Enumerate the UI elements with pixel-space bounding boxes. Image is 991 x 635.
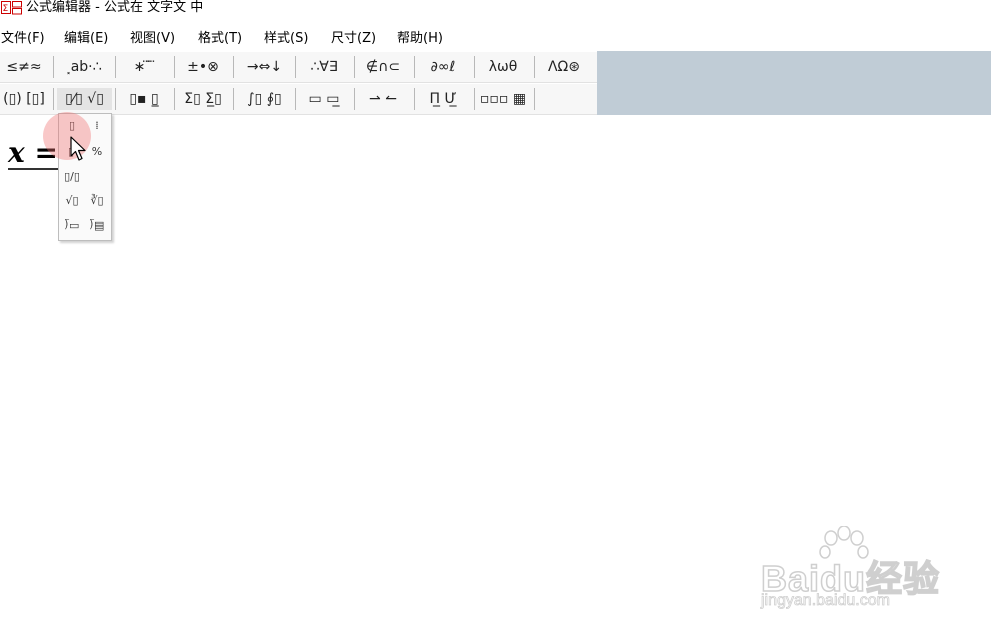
long-division-quotient-template[interactable]: ⟌▤ bbox=[86, 216, 108, 236]
toolbar-divider bbox=[414, 56, 415, 78]
summation-palette-button[interactable]: Σ▯ Σ̲▯ bbox=[178, 88, 228, 110]
menu-format[interactable]: 格式(T) bbox=[198, 30, 242, 48]
integral-palette-button[interactable]: ∫▯ ∮▯ bbox=[237, 88, 292, 110]
square-root-template[interactable]: √▯ bbox=[61, 191, 83, 211]
fraction-radical-palette-button[interactable]: ▯⁄▯ √▯ bbox=[57, 88, 112, 110]
toolbar-divider bbox=[174, 88, 175, 110]
equation-editor-app-icon: Σ bbox=[1, 1, 22, 15]
subscript-superscript-palette-button[interactable]: ▯▪ ▯̲ bbox=[119, 88, 169, 110]
arrows-palette-button[interactable]: →⇔↓ bbox=[237, 56, 292, 78]
toolbar-divider bbox=[174, 56, 175, 78]
toolbar-divider bbox=[354, 56, 355, 78]
spaces-ellipses-palette-button[interactable]: ⸼ab·∴ bbox=[57, 56, 112, 78]
svg-text:Σ: Σ bbox=[3, 4, 9, 14]
relations-palette-button[interactable]: ≤≠≈ bbox=[1, 56, 47, 78]
greek-lower-palette-button[interactable]: λωθ bbox=[478, 56, 528, 78]
matrix-palette-button[interactable]: ▫▫▫ ▦ bbox=[478, 88, 528, 110]
slash-fraction-template[interactable]: % bbox=[86, 142, 108, 162]
menu-bar: 文件(F) 编辑(E) 视图(V) 格式(T) 样式(S) 尺寸(Z) 帮助(H… bbox=[0, 28, 991, 50]
underbar-overbar-palette-button[interactable]: ▭ ▭̲ bbox=[299, 88, 349, 110]
menu-view[interactable]: 视图(V) bbox=[130, 30, 175, 48]
menu-style[interactable]: 样式(S) bbox=[264, 30, 308, 48]
toolbar-divider bbox=[115, 88, 116, 110]
labeled-arrows-palette-button[interactable]: ⇀ ↼ bbox=[358, 88, 408, 110]
title-bar: Σ 公式编辑器 - 公式在 文字文 中 bbox=[0, 0, 991, 20]
toolbar-divider bbox=[53, 88, 54, 110]
toolbar-divider bbox=[295, 88, 296, 110]
toolbar-divider bbox=[53, 56, 54, 78]
toolbar-divider bbox=[295, 56, 296, 78]
embellishments-palette-button[interactable]: ∗ ⃛ ⃛ bbox=[119, 56, 169, 78]
toolbar-divider bbox=[233, 56, 234, 78]
menu-size[interactable]: 尺寸(Z) bbox=[331, 30, 376, 48]
misc-symbols-palette-button[interactable]: ∂∞ℓ bbox=[418, 56, 468, 78]
toolbar-divider bbox=[354, 88, 355, 110]
template-palette-row: (▯) [▯] ▯⁄▯ √▯ ▯▪ ▯̲ Σ▯ Σ̲▯ ∫▯ ∮▯ ▭ ▭̲ ⇀… bbox=[0, 84, 597, 115]
toolbar-divider bbox=[534, 88, 535, 110]
nth-root-template[interactable]: ∛▯ bbox=[86, 191, 108, 211]
toolbar-divider bbox=[474, 56, 475, 78]
inline-slash-fraction-template[interactable]: ▯/▯ bbox=[61, 167, 83, 187]
toolbar-divider bbox=[474, 88, 475, 110]
menu-edit[interactable]: 编辑(E) bbox=[64, 30, 108, 48]
baidu-watermark: Baidu经验 jingyan.baidu.com bbox=[757, 526, 947, 616]
operators-palette-button[interactable]: ±•⊗ bbox=[178, 56, 228, 78]
symbol-palette-row: ≤≠≈ ⸼ab·∴ ∗ ⃛ ⃛ ±•⊗ →⇔↓ ∴∀∃ ∉∩⊂ ∂∞ℓ λωθ … bbox=[0, 52, 597, 83]
toolbar-divider bbox=[115, 56, 116, 78]
set-theory-palette-button[interactable]: ∉∩⊂ bbox=[358, 56, 408, 78]
toolbar-divider bbox=[233, 88, 234, 110]
long-division-template[interactable]: ⟌▭ bbox=[61, 216, 83, 236]
products-palette-button[interactable]: Π̲ Ư̲ bbox=[418, 88, 468, 110]
fences-palette-button[interactable]: (▯) [▯] bbox=[1, 88, 47, 110]
greek-upper-palette-button[interactable]: ΛΩ⊛ bbox=[538, 56, 590, 78]
toolbar-divider bbox=[534, 56, 535, 78]
window-title: 公式编辑器 - 公式在 文字文 中 bbox=[26, 0, 204, 15]
watermark-url: jingyan.baidu.com bbox=[761, 592, 891, 610]
toolbar-divider bbox=[414, 88, 415, 110]
menu-file[interactable]: 文件(F) bbox=[1, 30, 45, 48]
logic-palette-button[interactable]: ∴∀∃ bbox=[299, 56, 349, 78]
toolbar-empty-area bbox=[597, 51, 991, 115]
mouse-pointer-icon bbox=[70, 136, 86, 161]
menu-help[interactable]: 帮助(H) bbox=[397, 30, 443, 48]
